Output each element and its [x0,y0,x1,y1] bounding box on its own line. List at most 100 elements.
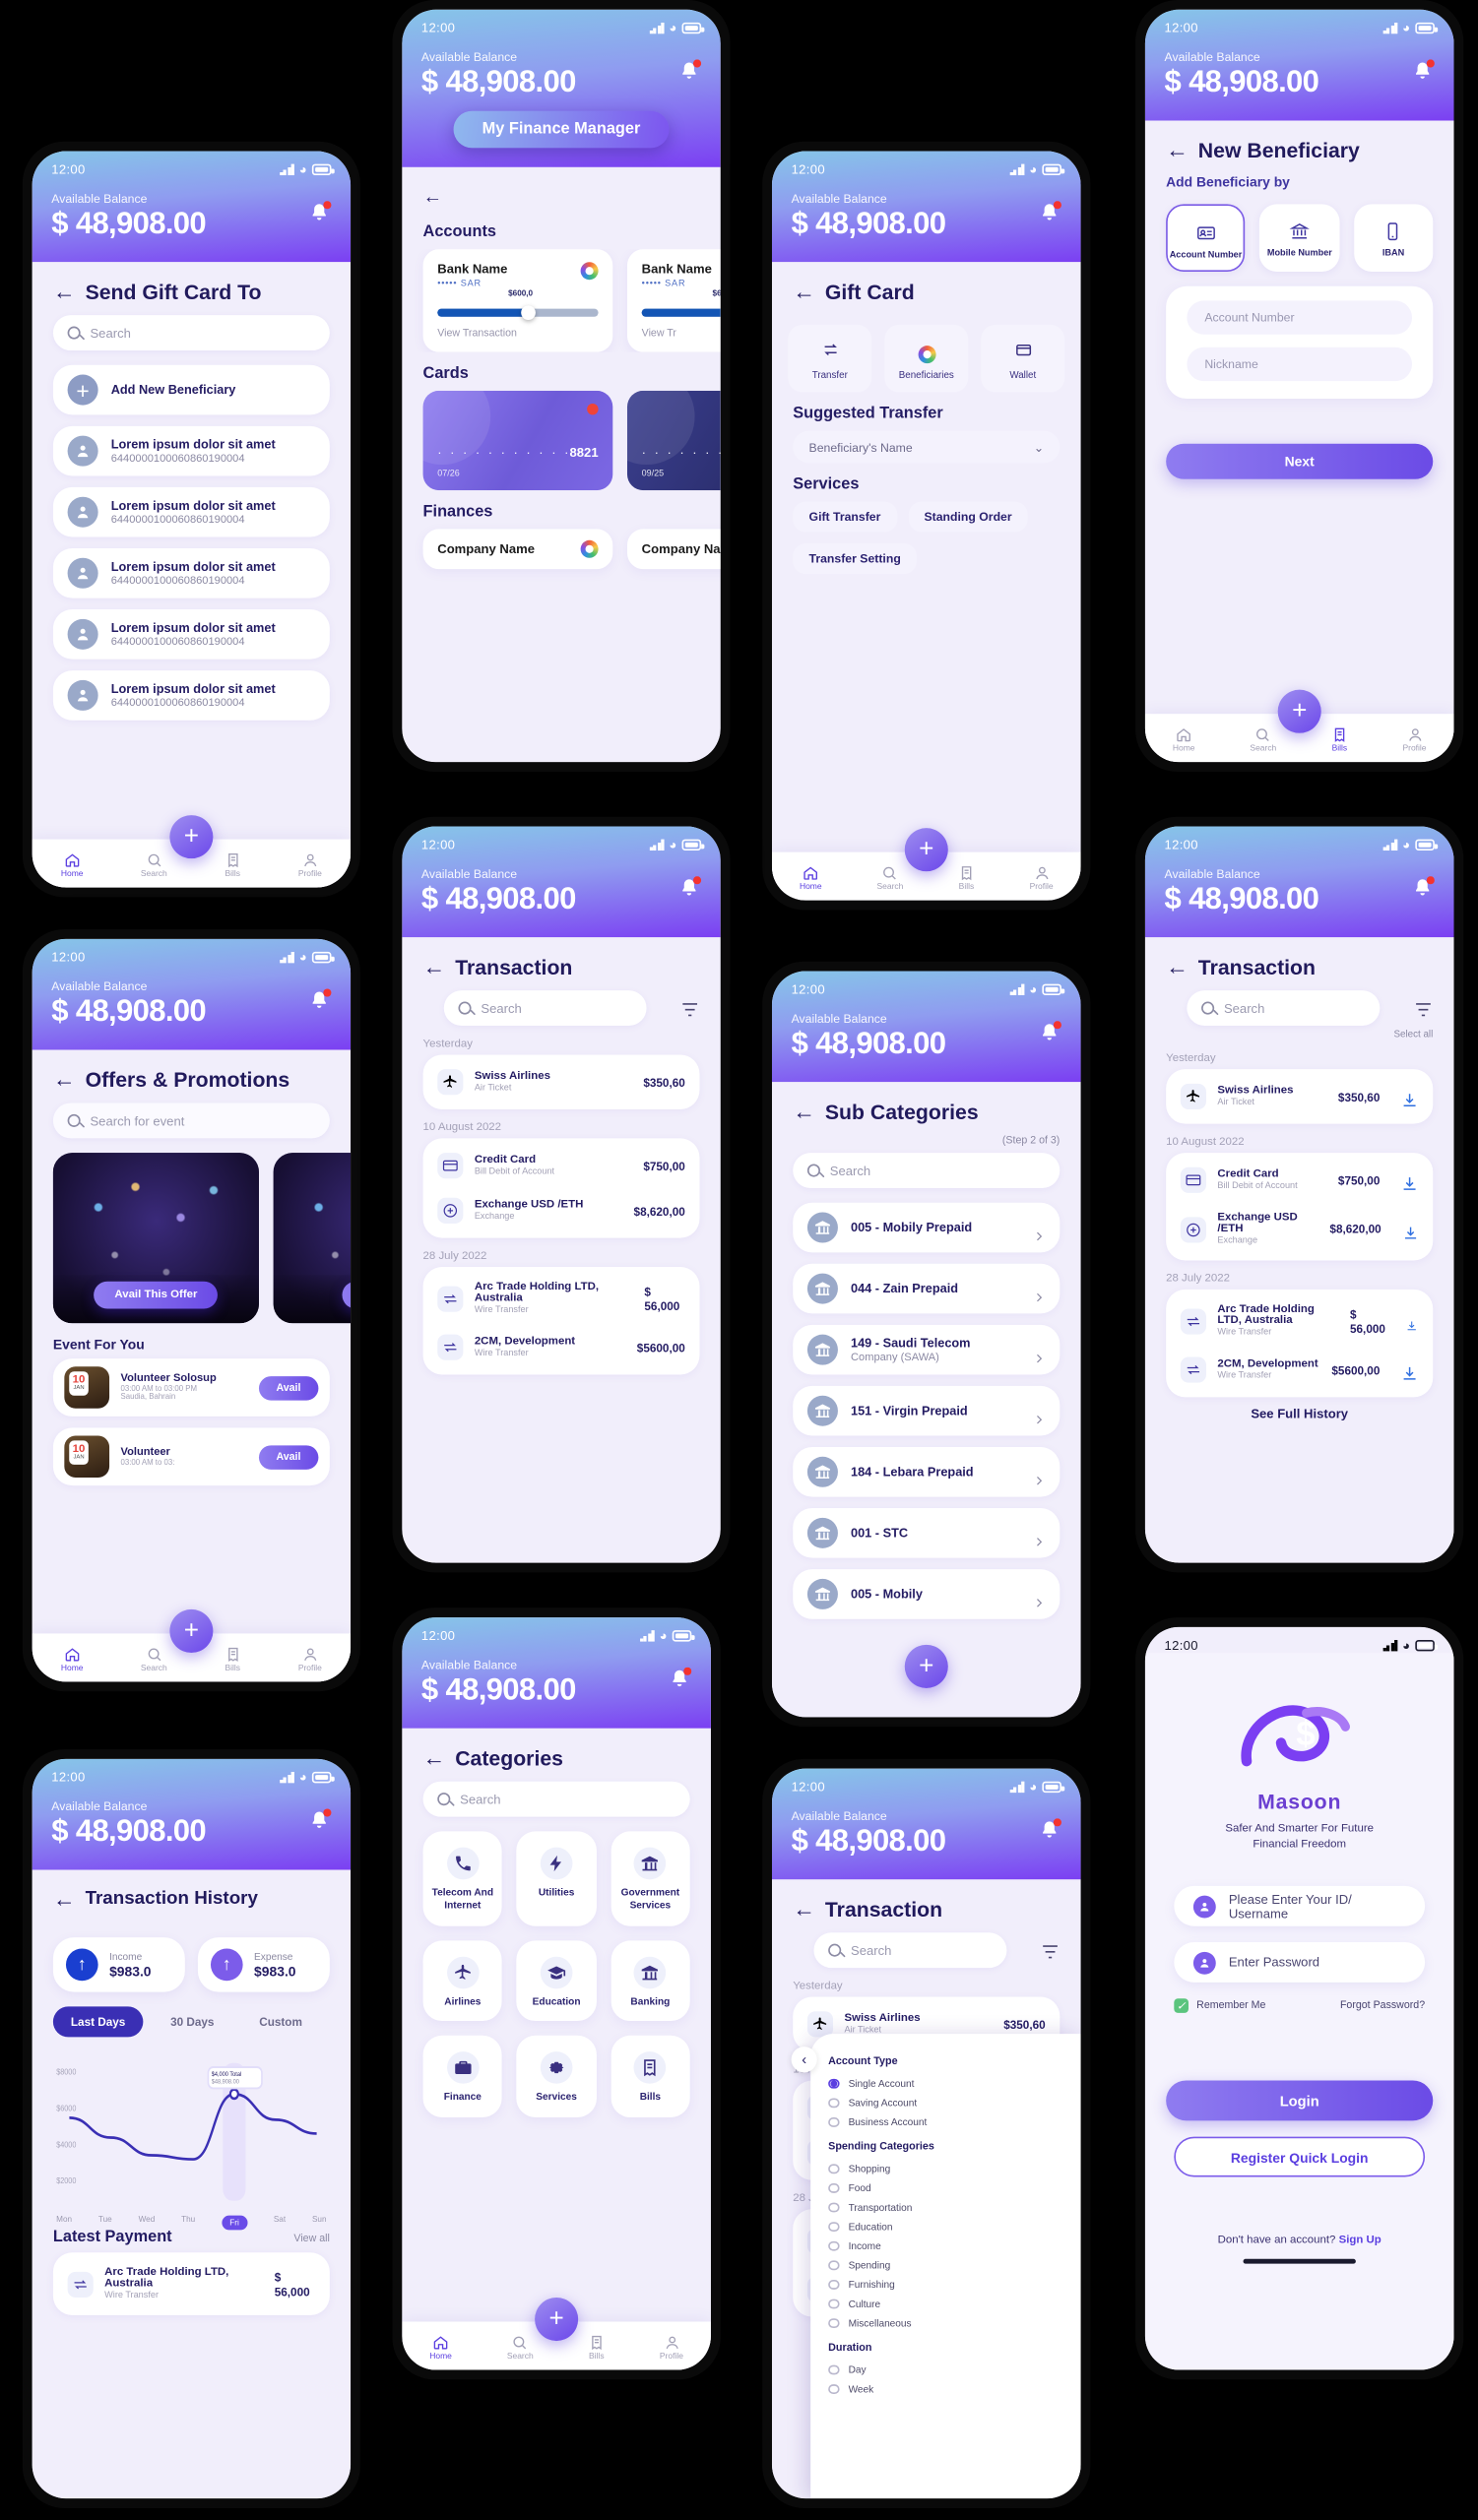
spending-category-option[interactable]: Spending [828,2256,1062,2276]
notification-bell-icon[interactable] [677,876,702,900]
search-input[interactable]: Search for event [52,1102,330,1139]
sign-up-link[interactable]: Sign Up [1339,2236,1382,2246]
radio-button[interactable] [828,2116,839,2128]
forgot-password-link[interactable]: Forgot Password? [1340,2000,1425,2011]
radio-button[interactable] [828,2182,839,2194]
service-chip[interactable]: Transfer Setting [793,543,918,575]
back-arrow-icon[interactable]: ← [1166,137,1189,162]
download-icon[interactable] [1402,1221,1419,1239]
nav-item-profile[interactable]: Profile [660,2334,683,2362]
radio-button[interactable] [828,2202,839,2213]
back-arrow-icon[interactable]: ← [793,1099,815,1124]
beneficiary-select[interactable]: Beneficiary's Name ⌄ [793,430,1060,464]
tab-beneficiaries[interactable]: Beneficiaries [884,324,969,393]
beneficiary-row[interactable]: Lorem ipsum dolor sit amet 6440000100060… [52,609,330,660]
sheet-back-icon[interactable]: ‹ [791,2047,817,2073]
back-arrow-icon[interactable]: ← [423,185,443,208]
category-finance[interactable]: Finance [422,2036,503,2118]
add-fab-button[interactable]: + [535,2297,579,2342]
radio-button[interactable] [828,2317,839,2329]
search-input[interactable]: Search [422,1781,690,1817]
radio-button[interactable] [828,2383,839,2395]
finance-card[interactable]: Company Name [422,529,613,570]
download-icon[interactable] [1406,1312,1418,1331]
method-account-number[interactable]: Account Number [1166,204,1246,273]
add-new-beneficiary-row[interactable]: + Add New Beneficiary [52,364,330,415]
notification-bell-icon[interactable] [1037,1818,1061,1842]
slider-knob[interactable] [521,305,536,321]
search-input[interactable]: Search [1187,990,1381,1027]
notification-bell-icon[interactable] [307,201,332,224]
notification-bell-icon[interactable] [1037,201,1061,224]
category-government-services[interactable]: Government Services [610,1831,690,1925]
add-fab-button[interactable]: + [904,828,948,872]
filter-icon[interactable] [1041,1940,1060,1960]
offer-banner[interactable]: Avail This Offer [52,1153,259,1324]
login-button[interactable]: Login [1166,2080,1434,2121]
avail-button[interactable]: Avail [258,1375,319,1400]
notification-bell-icon[interactable] [307,988,332,1012]
radio-button[interactable] [828,2098,839,2109]
offer-banner[interactable]: Avail [273,1153,352,1324]
nav-item-home[interactable]: Home [61,1646,83,1674]
account-type-option[interactable]: Business Account [828,2112,1062,2132]
account-card[interactable]: Bank Name ••••• SAR $600,0 View Transact… [422,249,613,352]
nav-item-home[interactable]: Home [1173,726,1194,754]
segment-last-days[interactable]: Last Days [52,2006,144,2038]
duration-option[interactable]: Day [828,2361,1062,2380]
nav-item-bills[interactable]: Bills [225,1646,240,1674]
finance-manager-button[interactable]: My Finance Manager [453,110,670,149]
tab-transfer[interactable]: Transfer [788,324,872,393]
spending-category-option[interactable]: Food [828,2178,1062,2198]
radio-button[interactable] [828,2221,839,2233]
transaction-row[interactable]: 2CM, Development Wire Transfer $5600,00 [423,1325,700,1370]
notification-bell-icon[interactable] [668,1667,692,1691]
nav-item-bills[interactable]: Bills [225,851,240,880]
nav-item-search[interactable]: Search [141,1646,167,1674]
sub-category-row[interactable]: 001 - STC [793,1508,1060,1558]
password-field[interactable]: Enter Password [1174,1942,1426,1984]
transaction-row[interactable]: Swiss Airlines Air Ticket $350,60 [423,1059,700,1104]
beneficiary-row[interactable]: Lorem ipsum dolor sit amet 6440000100060… [52,670,330,721]
view-transaction-link[interactable]: View Transaction [437,328,598,339]
back-arrow-icon[interactable]: ← [423,1744,446,1770]
nav-item-bills[interactable]: Bills [589,2334,605,2362]
nav-item-home[interactable]: Home [61,851,83,880]
back-arrow-icon[interactable]: ← [53,1886,76,1912]
transaction-row[interactable]: Arc Trade Holding LTD, Australia Wire Tr… [1166,1294,1433,1348]
notification-bell-icon[interactable] [1037,1021,1061,1044]
nav-item-profile[interactable]: Profile [1402,726,1427,754]
nav-item-profile[interactable]: Profile [298,1646,322,1674]
nav-item-search[interactable]: Search [141,851,167,880]
register-quick-login-button[interactable]: Register Quick Login [1174,2137,1426,2177]
username-field[interactable]: Please Enter Your ID/ Username [1174,1886,1426,1927]
back-arrow-icon[interactable]: ← [53,279,76,304]
view-transaction-link[interactable]: View Tr [642,328,721,339]
spending-category-option[interactable]: Culture [828,2295,1062,2314]
back-arrow-icon[interactable]: ← [423,954,446,979]
radio-button[interactable] [828,2299,839,2309]
category-utilities[interactable]: Utilities [516,1831,597,1925]
income-card[interactable]: ↑ Income $983.0 [52,1937,185,1992]
service-chip[interactable]: Standing Order [908,501,1028,533]
add-fab-button[interactable]: + [169,815,214,859]
radio-button[interactable] [828,2364,839,2375]
add-fab-button[interactable]: + [1277,689,1321,733]
spending-category-option[interactable]: Miscellaneous [828,2313,1062,2333]
spending-category-option[interactable]: Income [828,2236,1062,2256]
nav-item-home[interactable]: Home [429,2334,452,2362]
nav-item-bills[interactable]: Bills [958,864,974,893]
category-services[interactable]: Services [516,2036,597,2118]
avail-offer-button[interactable]: Avail This Offer [94,1281,219,1309]
balance-slider[interactable]: $600,0 [437,289,599,321]
credit-card[interactable]: · · · · · · · · · · · · 8821 07/26 [422,390,613,491]
segment-30-days[interactable]: 30 Days [153,2006,231,2037]
spending-category-option[interactable]: Transportation [828,2198,1062,2218]
transaction-row[interactable]: Exchange USD /ETH Exchange $8,620,00 [423,1188,700,1233]
transaction-row[interactable]: 2CM, Development Wire Transfer $5600,00 [1166,1348,1433,1393]
beneficiary-row[interactable]: Lorem ipsum dolor sit amet 6440000100060… [52,547,330,598]
sub-category-row[interactable]: 184 - Lebara Prepaid [793,1446,1060,1497]
nav-item-profile[interactable]: Profile [298,851,322,880]
beneficiary-row[interactable]: Lorem ipsum dolor sit amet 6440000100060… [52,486,330,537]
filter-icon[interactable] [680,998,700,1018]
